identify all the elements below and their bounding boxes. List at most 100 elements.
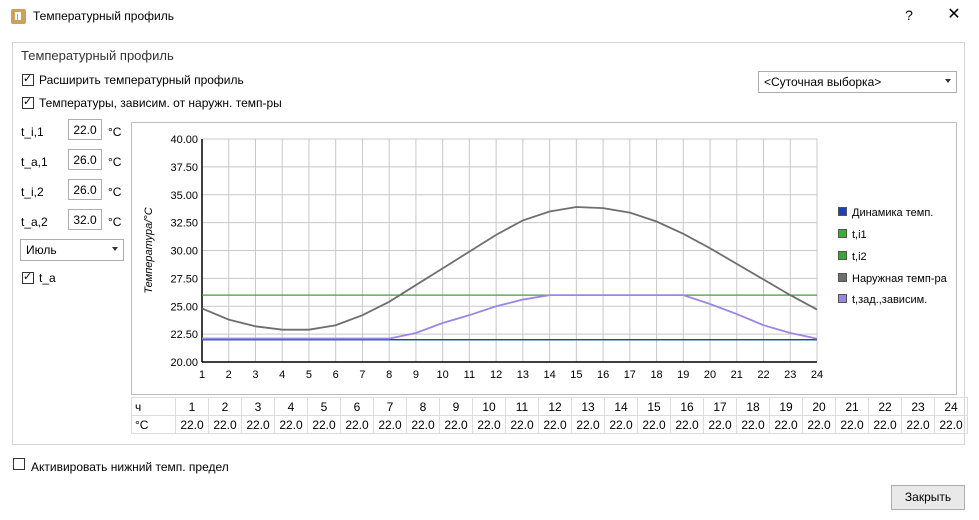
- table-cell-value[interactable]: 22.0: [241, 415, 275, 434]
- legend-swatch: [838, 229, 847, 238]
- x-tick-label: 21: [731, 369, 743, 381]
- sample-select[interactable]: <Суточная выборка>: [758, 71, 957, 93]
- lower-limit-checkbox[interactable]: [13, 458, 25, 470]
- x-tick-label: 15: [570, 369, 582, 381]
- y-axis-label: Температура/°C: [143, 207, 155, 293]
- group-title: Температурный профиль: [21, 48, 174, 63]
- param-input-ta1[interactable]: [68, 149, 102, 170]
- table-cell-value[interactable]: 22.0: [637, 415, 671, 434]
- x-tick-label: 8: [386, 369, 392, 381]
- table-cell-value[interactable]: 22.0: [373, 415, 407, 434]
- x-tick-label: 1: [199, 369, 205, 381]
- legend-label: t,i2: [852, 251, 867, 263]
- table-cell-hour: 1: [175, 397, 209, 416]
- param-label-ti2: t_i,2: [21, 185, 44, 199]
- legend-item: t,i2: [838, 251, 867, 263]
- table-cell-value[interactable]: 22.0: [406, 415, 440, 434]
- table-cell-value[interactable]: 22.0: [505, 415, 539, 434]
- table-cell-value[interactable]: 22.0: [670, 415, 704, 434]
- table-cell-value[interactable]: 22.0: [472, 415, 506, 434]
- temperature-chart: 20.00 22.50 25.00 27.50 30.00 32.50 35.00 37.50…: [143, 134, 823, 381]
- table-cell-value[interactable]: 22.0: [835, 415, 869, 434]
- close-icon[interactable]: ✕: [944, 5, 964, 25]
- table-cell-hour: 22: [868, 397, 902, 416]
- table-cell-value[interactable]: 22.0: [901, 415, 935, 434]
- x-tick-label: 18: [650, 369, 662, 381]
- legend-item: Наружная темп-ра: [838, 273, 947, 285]
- x-tick-label: 9: [413, 369, 419, 381]
- table-cell-value[interactable]: 22.0: [208, 415, 242, 434]
- ta-checkbox-label: t_a: [39, 271, 56, 285]
- legend-swatch: [838, 273, 847, 282]
- outdoor-dependent-checkbox[interactable]: [22, 95, 34, 109]
- legend-item: t,зад.,зависим.: [838, 294, 927, 306]
- table-cell-value[interactable]: 22.0: [340, 415, 374, 434]
- table-cell-hour: 8: [406, 397, 440, 416]
- x-tick-label: 22: [757, 369, 769, 381]
- param-input-ti1[interactable]: [68, 119, 102, 140]
- table-cell-hour: 4: [274, 397, 308, 416]
- x-tick-label: 2: [226, 369, 232, 381]
- x-tick-label: 17: [624, 369, 636, 381]
- month-select[interactable]: Июль: [20, 239, 124, 261]
- table-cell-value[interactable]: 22.0: [769, 415, 803, 434]
- legend-label: t,зад.,зависим.: [852, 294, 928, 306]
- sample-select-value: <Суточная выборка>: [764, 75, 882, 89]
- table-cell-value[interactable]: 22.0: [439, 415, 473, 434]
- y-tick-label: 32.50: [170, 218, 198, 230]
- table-cell-hour: 23: [901, 397, 935, 416]
- legend-swatch: [838, 294, 847, 303]
- legend-swatch: [838, 251, 847, 260]
- y-tick-label: 20.00: [170, 357, 198, 369]
- table-cell-hour: 13: [571, 397, 605, 416]
- outdoor-dependent-label: Температуры, зависим. от наружн. темп-ры: [39, 96, 282, 110]
- y-tick-label: 22.50: [170, 329, 198, 341]
- table-cell-value[interactable]: 22.0: [703, 415, 737, 434]
- table-cell-value[interactable]: 22.0: [307, 415, 341, 434]
- x-tick-label: 24: [811, 369, 823, 381]
- table-cell-value[interactable]: 22.0: [571, 415, 605, 434]
- param-input-ti2[interactable]: [68, 179, 102, 200]
- legend-label: Динамика темп.: [852, 207, 934, 219]
- lower-limit-label: Активировать нижний темп. предел: [31, 460, 229, 474]
- month-select-value: Июль: [26, 243, 57, 257]
- y-tick-label: 30.00: [170, 246, 198, 258]
- legend-item: t,i1: [838, 229, 867, 241]
- param-unit: °C: [108, 125, 122, 139]
- param-label-ta1: t_a,1: [21, 155, 48, 169]
- x-tick-label: 6: [333, 369, 339, 381]
- chart-panel: 20.00 22.50 25.00 27.50 30.00 32.50 35.00 37.50…: [131, 122, 957, 395]
- table-cell-hour: 7: [373, 397, 407, 416]
- table-cell-value[interactable]: 22.0: [802, 415, 836, 434]
- legend-item: Динамика темп.: [838, 207, 933, 219]
- param-unit: °C: [108, 155, 122, 169]
- table-cell-value[interactable]: 22.0: [175, 415, 209, 434]
- hourly-table: ч 1 2 3 4 5 6 7 8 9 10 11 12 13 14 15 16 17 18 19 20 21 22 23 2…: [131, 397, 968, 434]
- table-cell-value[interactable]: 22.0: [274, 415, 308, 434]
- ta-checkbox[interactable]: [22, 270, 34, 284]
- table-cell-value[interactable]: 22.0: [736, 415, 770, 434]
- chevron-down-icon: [945, 79, 951, 83]
- table-row: ч 1 2 3 4 5 6 7 8 9 10 11 12 13 14 15 16 17 18 19 20 21 22 23 2…: [131, 397, 968, 416]
- table-cell-hour: 19: [769, 397, 803, 416]
- x-tick-label: 10: [437, 369, 449, 381]
- extend-profile-checkbox[interactable]: [22, 72, 34, 86]
- param-input-ta2[interactable]: [68, 209, 102, 230]
- y-tick-label: 35.00: [170, 190, 198, 202]
- x-tick-label: 7: [359, 369, 365, 381]
- param-unit: °C: [108, 185, 122, 199]
- close-button[interactable]: Закрыть: [891, 485, 965, 510]
- app-icon: [11, 9, 26, 24]
- param-unit: °C: [108, 215, 122, 229]
- help-button[interactable]: ?: [902, 5, 916, 25]
- table-cell-value[interactable]: 22.0: [868, 415, 902, 434]
- table-row: °C 22.0 22.0 22.0 22.0 22.0 22.0 22.0 22.0 22.0 2…: [131, 415, 968, 434]
- table-cell-value[interactable]: 22.0: [934, 415, 968, 434]
- table-cell-value[interactable]: 22.0: [538, 415, 572, 434]
- table-cell-value[interactable]: 22.0: [604, 415, 638, 434]
- table-cell-hour: 2: [208, 397, 242, 416]
- table-cell-hour: 21: [835, 397, 869, 416]
- legend-label: Наружная темп-ра: [852, 273, 947, 285]
- table-header-temp: °C: [131, 415, 176, 434]
- table-cell-hour: 11: [505, 397, 539, 416]
